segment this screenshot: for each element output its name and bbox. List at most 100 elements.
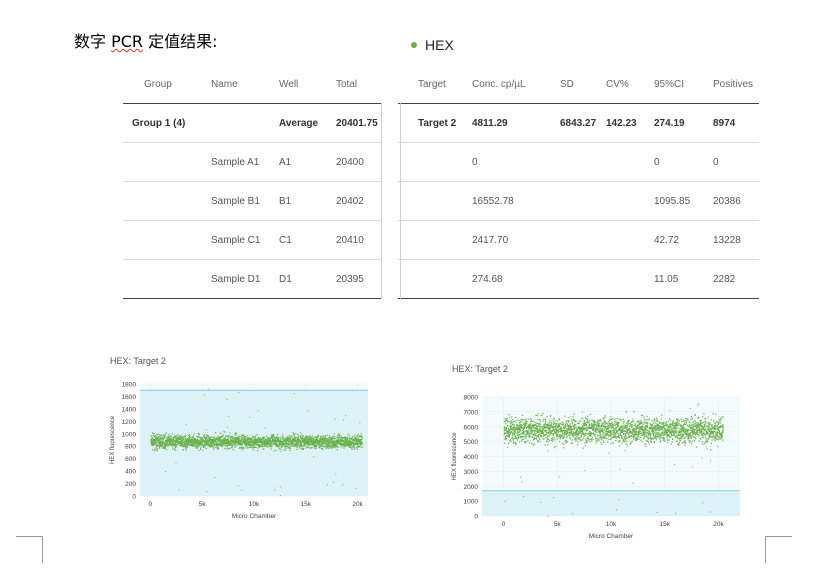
data-point — [630, 442, 632, 444]
sample-table-header-cell: Well — [270, 65, 327, 104]
data-point — [572, 428, 574, 430]
data-point — [513, 420, 516, 423]
data-point — [631, 435, 633, 437]
data-point — [611, 418, 613, 421]
data-point — [683, 444, 686, 446]
data-point — [680, 431, 683, 433]
data-point — [539, 426, 541, 428]
data-point — [644, 418, 646, 421]
data-point — [318, 446, 320, 449]
sample-table: Group Name Well Total Group 1 (4) Average 204… — [123, 65, 381, 299]
data-point — [614, 433, 616, 435]
data-point — [563, 447, 565, 449]
data-point — [514, 435, 516, 437]
data-point — [671, 422, 674, 424]
data-point — [685, 428, 687, 431]
data-point — [616, 417, 618, 420]
data-point — [238, 435, 240, 437]
data-point — [339, 434, 341, 437]
page-heading: 数字 PCR 定值结果: — [74, 32, 218, 51]
data-point — [360, 445, 362, 447]
y-tick-label: 4000 — [464, 454, 479, 461]
data-point — [328, 447, 330, 449]
data-point — [556, 438, 558, 440]
data-point — [520, 424, 522, 426]
scatter-chart-right: 0100020003000400050006000700080000 5k 10k 1… — [452, 395, 740, 540]
data-point — [598, 422, 600, 424]
data-point — [586, 420, 588, 422]
data-point — [607, 423, 609, 425]
data-point — [514, 430, 516, 432]
data-point — [550, 414, 552, 417]
data-point — [619, 440, 621, 442]
data-point — [645, 433, 648, 435]
data-point — [558, 422, 560, 425]
data-point — [186, 438, 189, 440]
data-point — [226, 447, 228, 449]
outlier-point — [237, 485, 239, 487]
data-point — [576, 440, 578, 442]
data-point — [671, 441, 673, 443]
data-point — [667, 424, 669, 426]
data-point — [301, 444, 303, 446]
data-point — [315, 436, 317, 438]
data-point — [270, 442, 273, 444]
data-point — [599, 427, 601, 429]
data-point — [678, 444, 680, 446]
data-point — [347, 437, 349, 439]
data-point — [539, 438, 541, 441]
result-table-header-cell: 95%CI — [652, 65, 709, 104]
data-point — [247, 446, 249, 449]
data-point — [293, 434, 295, 436]
data-point — [649, 435, 651, 437]
data-point — [631, 423, 633, 426]
data-point — [272, 434, 275, 436]
data-point — [511, 416, 513, 418]
data-point — [547, 436, 549, 438]
data-point — [315, 444, 317, 446]
data-point — [553, 418, 555, 420]
data-point — [540, 414, 542, 417]
data-point — [175, 445, 178, 447]
data-point — [576, 428, 579, 430]
outlier-point — [335, 473, 337, 475]
data-point — [617, 423, 620, 425]
data-point — [262, 443, 264, 446]
data-point — [347, 433, 349, 435]
data-point — [515, 432, 517, 434]
data-point — [525, 420, 527, 423]
data-point — [184, 435, 186, 437]
outlier-point — [206, 490, 208, 493]
data-point — [594, 435, 596, 437]
result-table-header-cell: CV% — [602, 65, 652, 104]
data-point — [658, 421, 660, 423]
data-point — [601, 443, 603, 446]
data-point — [510, 425, 512, 427]
data-point — [653, 434, 655, 436]
data-point — [228, 435, 231, 437]
data-point — [635, 432, 637, 434]
data-point — [601, 438, 603, 440]
data-point — [297, 444, 299, 446]
data-point — [572, 424, 574, 427]
data-point — [643, 430, 645, 432]
data-point — [230, 437, 232, 439]
data-point — [328, 435, 330, 437]
data-point — [549, 427, 551, 429]
data-point — [160, 434, 162, 436]
sample-table-cell — [123, 259, 201, 299]
data-point — [321, 447, 324, 450]
data-point — [296, 436, 298, 439]
data-point — [645, 426, 647, 428]
data-point — [580, 439, 582, 441]
data-point — [565, 423, 567, 425]
result-table-cell: 274.19 — [652, 103, 709, 143]
data-point — [241, 434, 244, 436]
data-point — [534, 433, 536, 435]
data-point — [616, 430, 619, 433]
data-point — [642, 429, 644, 431]
data-point — [659, 440, 662, 442]
data-point — [642, 425, 644, 427]
x-tick-label: 5k — [199, 501, 207, 508]
data-point — [571, 418, 573, 420]
